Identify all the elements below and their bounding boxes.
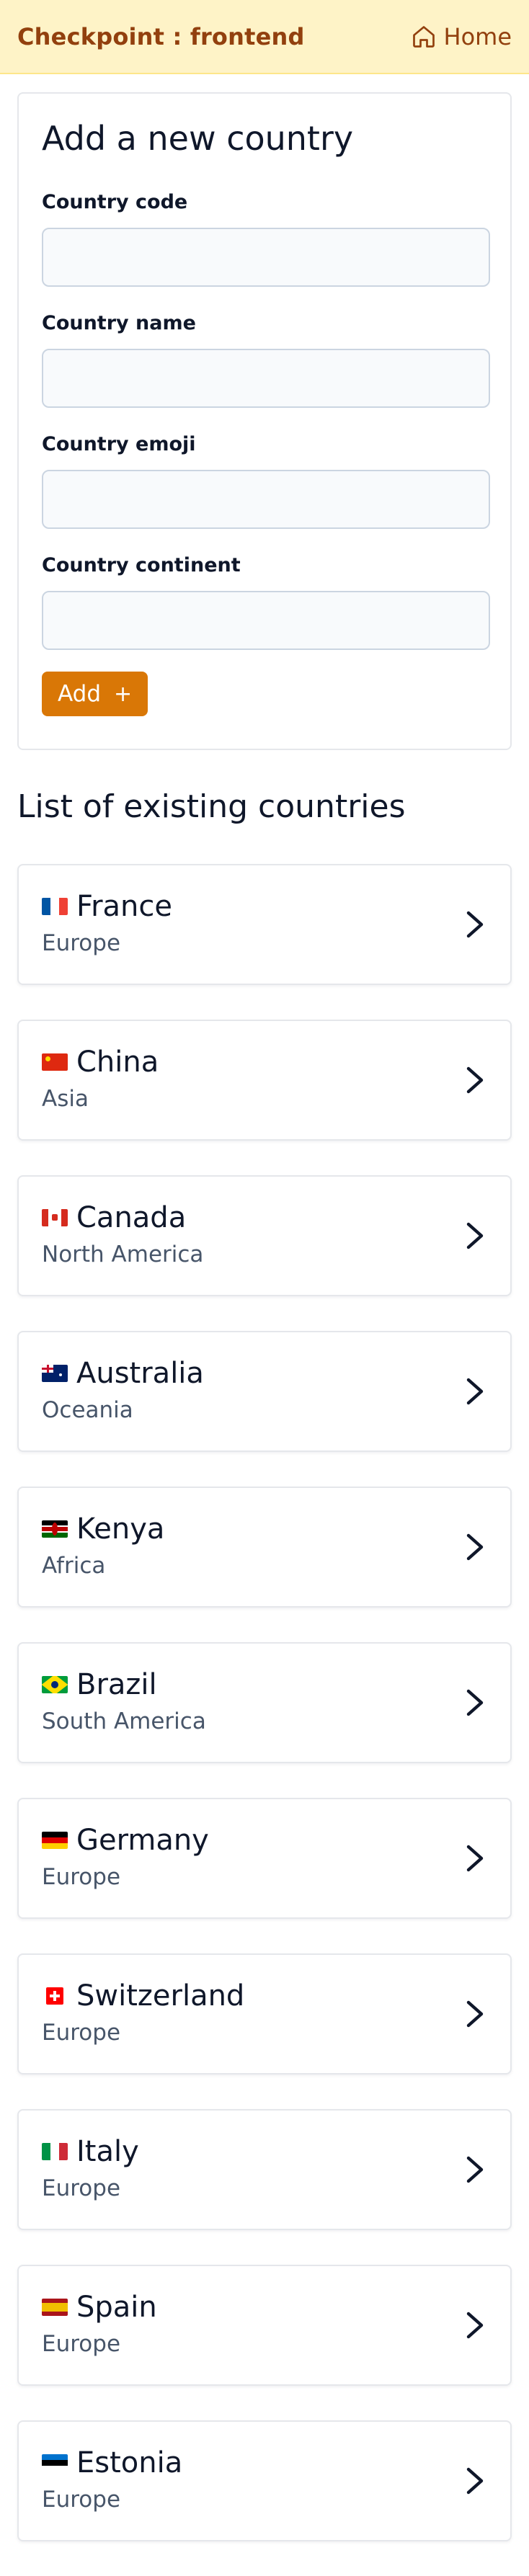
home-icon [412, 25, 435, 48]
chevron-right-icon [466, 1689, 484, 1716]
chevron-right-icon [466, 1533, 484, 1561]
country-continent: North America [42, 1242, 204, 1267]
flag-br-icon [42, 1676, 68, 1693]
brand-title[interactable]: Checkpoint : frontend [17, 23, 305, 50]
country-name: Germany [76, 1824, 209, 1857]
country-continent: Asia [42, 1086, 89, 1112]
country-name: Italy [76, 2135, 139, 2168]
flag-de-icon [42, 1832, 68, 1849]
country-continent: Europe [42, 2175, 121, 2201]
country-card[interactable]: France Europe [17, 864, 512, 985]
country-card[interactable]: Italy Europe [17, 2109, 512, 2230]
country-name: Estonia [76, 2446, 183, 2479]
country-name: Kenya [76, 1512, 165, 1546]
country-name: Canada [76, 1201, 187, 1234]
add-button-label: Add [58, 681, 102, 707]
country-continent-input[interactable] [42, 591, 490, 650]
country-card[interactable]: China Asia [17, 1020, 512, 1141]
chevron-right-icon [466, 2312, 484, 2339]
flag-es-icon [42, 2299, 68, 2316]
flag-ke-icon [42, 1520, 68, 1538]
country-code-input[interactable] [42, 228, 490, 287]
list-title: List of existing countries [17, 788, 406, 825]
chevron-right-icon [466, 1066, 484, 1094]
country-code-label: Country code [42, 191, 188, 213]
country-card[interactable]: Brazil South America [17, 1642, 512, 1763]
country-card[interactable]: Spain Europe [17, 2265, 512, 2386]
chevron-right-icon [466, 1845, 484, 1872]
country-name: Switzerland [76, 1979, 245, 2013]
form-title: Add a new country [42, 119, 354, 158]
country-continent: Oceania [42, 1397, 133, 1423]
country-continent: Europe [42, 930, 121, 956]
home-link[interactable]: Home [411, 23, 512, 50]
country-continent: Europe [42, 2020, 121, 2046]
country-card[interactable]: Kenya Africa [17, 1487, 512, 1608]
app-header: Checkpoint : frontend Home [0, 0, 529, 74]
flag-ca-icon [42, 1209, 68, 1226]
country-card[interactable]: Canada North America [17, 1175, 512, 1296]
flag-ch-icon [46, 1987, 63, 2005]
country-continent: Europe [42, 2487, 121, 2513]
country-card[interactable]: Australia Oceania [17, 1331, 512, 1452]
flag-au-icon [42, 1365, 68, 1382]
country-emoji-input[interactable] [42, 470, 490, 529]
add-country-button[interactable]: Add + [42, 672, 148, 716]
chevron-right-icon [466, 2156, 484, 2183]
country-name-label: Country name [42, 312, 196, 334]
country-card[interactable]: Germany Europe [17, 1798, 512, 1919]
flag-cn-icon [42, 1053, 68, 1071]
country-name: Australia [76, 1357, 204, 1390]
country-name-input[interactable] [42, 349, 490, 408]
country-name: Brazil [76, 1668, 157, 1701]
country-name: Spain [76, 2291, 157, 2324]
home-label: Home [443, 22, 512, 50]
country-card[interactable]: Switzerland Europe [17, 1953, 512, 2074]
flag-it-icon [42, 2143, 68, 2160]
country-name: France [76, 890, 173, 923]
country-continent: Africa [42, 1553, 106, 1579]
country-continent: Europe [42, 2331, 121, 2357]
chevron-right-icon [466, 1378, 484, 1405]
country-continent-label: Country continent [42, 554, 241, 576]
chevron-right-icon [466, 1222, 484, 1249]
country-name: China [76, 1046, 159, 1079]
chevron-right-icon [466, 911, 484, 938]
chevron-right-icon [466, 2000, 484, 2028]
chevron-right-icon [466, 2467, 484, 2495]
country-list: France Europe China Asia Canada North Am… [17, 864, 512, 2576]
country-continent: Europe [42, 1864, 121, 1890]
country-card[interactable]: Estonia Europe [17, 2420, 512, 2541]
add-country-form: Add a new country Country code Country n… [17, 92, 512, 750]
flag-fr-icon [42, 898, 68, 915]
country-continent: South America [42, 1708, 206, 1734]
country-emoji-label: Country emoji [42, 433, 196, 455]
plus-icon: + [114, 681, 133, 707]
flag-ee-icon [42, 2454, 68, 2472]
